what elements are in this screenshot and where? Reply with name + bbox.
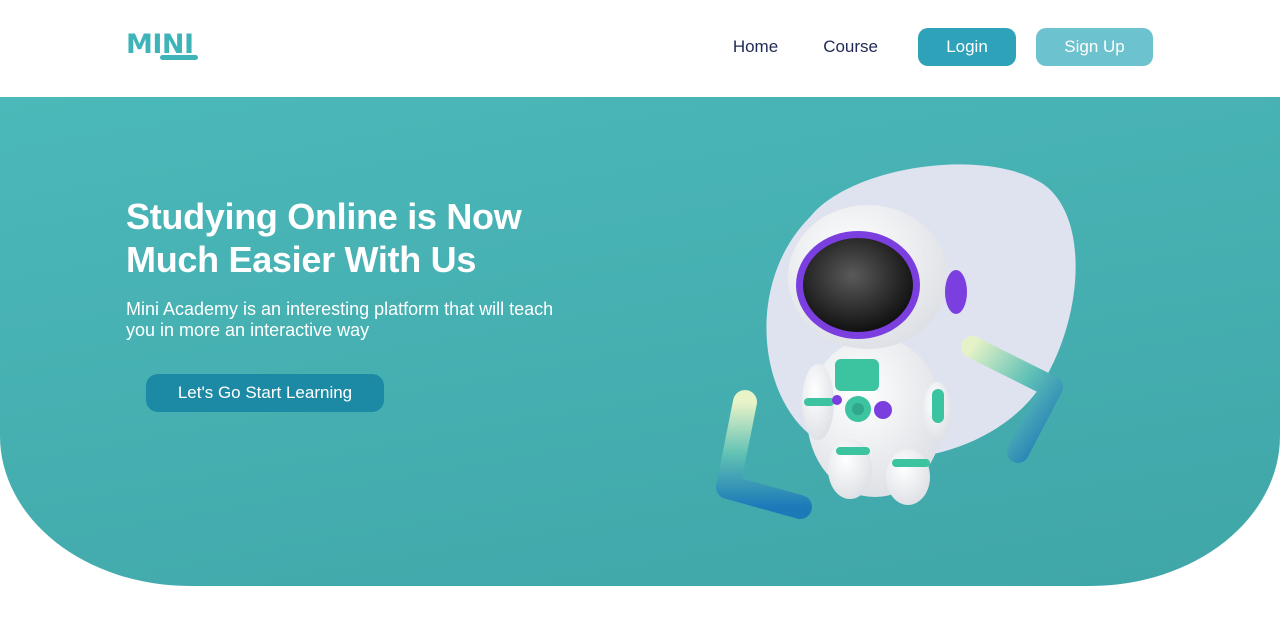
main-nav: Home Course Login Sign Up — [733, 28, 1153, 66]
login-button[interactable]: Login — [918, 28, 1016, 66]
nav-link-course[interactable]: Course — [823, 37, 878, 57]
site-header: MINI Home Course Login Sign Up — [0, 0, 1280, 97]
hero-section: Studying Online is Now Much Easier With … — [0, 97, 1280, 586]
signup-button[interactable]: Sign Up — [1036, 28, 1153, 66]
brand-logo[interactable]: MINI — [126, 30, 202, 64]
hero-title: Studying Online is Now Much Easier With … — [126, 196, 522, 280]
astronaut-code-icon — [716, 164, 1076, 519]
astronaut-illustration — [700, 147, 1100, 537]
start-learning-button[interactable]: Let's Go Start Learning — [146, 374, 384, 412]
logo-underline — [160, 55, 198, 60]
hero-description: Mini Academy is an interesting platform … — [126, 299, 554, 340]
nav-link-home[interactable]: Home — [733, 37, 778, 57]
